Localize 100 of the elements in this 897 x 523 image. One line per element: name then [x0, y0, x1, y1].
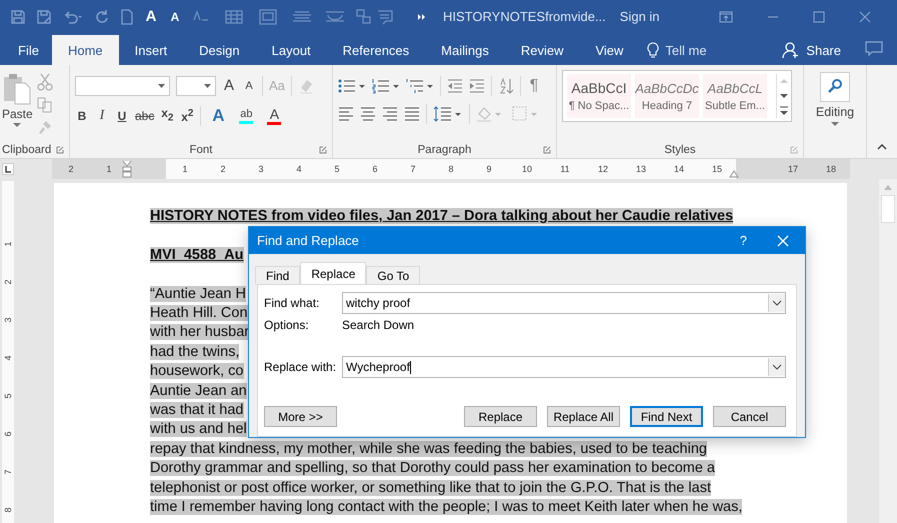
right-indent-marker-icon[interactable]: [729, 170, 739, 178]
ruler-number: 2: [2, 278, 14, 287]
ruler-number: 17: [774, 159, 812, 179]
redo-icon[interactable]: [94, 8, 110, 24]
expand-gallery-icon[interactable]: [777, 104, 791, 118]
editing-button[interactable]: Editing: [816, 69, 854, 126]
paste-button[interactable]: Paste: [2, 69, 33, 142]
dialog-button[interactable]: Replace: [464, 406, 537, 427]
document-text: Auntie Jean an: [150, 382, 247, 399]
options-value: Search Down: [342, 318, 414, 332]
ruler-number: 18: [812, 159, 850, 179]
document-text: telephonist or post office worker, or something like that to join the G.P.O. That is the last: [150, 480, 711, 496]
ribbon-tab[interactable]: Mailings: [425, 35, 505, 65]
caret-icon: [204, 84, 211, 88]
dialog-button[interactable]: Cancel: [713, 406, 786, 427]
share-button[interactable]: Share: [806, 42, 841, 58]
justify-icon[interactable]: [404, 107, 420, 121]
scroll-thumb[interactable]: [881, 195, 895, 223]
format-button[interactable]: abc: [135, 106, 154, 125]
font-size-glyph[interactable]: A: [168, 10, 182, 24]
tell-me-field[interactable]: Tell me: [665, 42, 707, 58]
more-commands-icon[interactable]: [417, 12, 427, 22]
bullets-icon[interactable]: [338, 78, 366, 94]
dialog-launcher-icon[interactable]: [56, 146, 64, 154]
shrink-font-button[interactable]: A: [242, 77, 256, 95]
search-icon: [820, 72, 850, 102]
font-color-button[interactable]: A: [267, 106, 282, 126]
ribbon-tab[interactable]: Review: [504, 35, 580, 65]
close-icon[interactable]: [859, 10, 871, 22]
tab-selector-icon[interactable]: [2, 163, 14, 175]
format-button[interactable]: B: [75, 106, 89, 125]
dialog-button[interactable]: Find Next: [630, 406, 703, 427]
dialog-button[interactable]: More >>: [264, 406, 337, 427]
ribbon-tab[interactable]: Home: [52, 35, 119, 65]
undo-icon[interactable]: [62, 8, 84, 24]
maximize-icon[interactable]: [813, 10, 825, 22]
align-right-icon[interactable]: [382, 107, 398, 121]
dialog-title: Find and Replace: [257, 233, 360, 248]
dialog-launcher-icon[interactable]: [543, 146, 551, 154]
increase-indent-icon[interactable]: [469, 79, 485, 93]
new-document-icon[interactable]: [120, 8, 134, 24]
ruler-number: 4: [2, 354, 14, 363]
find-what-field[interactable]: witchy proof: [342, 292, 786, 314]
ribbon-tab[interactable]: File: [0, 35, 52, 65]
indent-marker-icon[interactable]: [122, 160, 132, 178]
ribbon-tab[interactable]: References: [326, 35, 426, 65]
format-button[interactable]: x$^{2}$: [180, 105, 194, 126]
ribbon-tab[interactable]: Insert: [118, 35, 184, 65]
comment-icon[interactable]: [865, 41, 883, 57]
dialog-tab[interactable]: Go To: [366, 266, 420, 284]
style-tile[interactable]: AaBbCcI ¶ No Spac...: [567, 74, 631, 118]
line-spacing-icon[interactable]: [433, 106, 463, 122]
style-tile[interactable]: AaBbCcL Subtle Em...: [703, 74, 767, 118]
ribbon-tab[interactable]: Layout: [256, 35, 327, 65]
ruler-number: 7: [2, 468, 14, 477]
font-size-glyph[interactable]: A: [144, 8, 158, 25]
dialog-launcher-icon[interactable]: [790, 146, 798, 154]
copy-icon[interactable]: [36, 97, 53, 113]
text-effects-button[interactable]: A: [211, 106, 226, 125]
format-button[interactable]: x$_{2}$: [160, 104, 174, 128]
scissors-icon[interactable]: [36, 73, 53, 91]
person-icon: [782, 41, 800, 59]
align-center-icon[interactable]: [360, 107, 376, 121]
ribbon-display-icon[interactable]: [719, 10, 733, 22]
document-text: had the twins,: [150, 344, 240, 360]
save-as-icon[interactable]: [36, 8, 52, 24]
vertical-scrollbar[interactable]: [879, 179, 897, 523]
numbering-icon[interactable]: [372, 78, 400, 94]
decrease-indent-icon[interactable]: [447, 79, 463, 93]
collapse-ribbon-icon[interactable]: [877, 144, 887, 150]
help-button[interactable]: ?: [740, 233, 747, 248]
field-label: Replace with:: [264, 360, 338, 374]
caret-icon: [13, 123, 22, 127]
font-name-field[interactable]: [75, 76, 170, 96]
ribbon-tab[interactable]: View: [579, 35, 640, 65]
highlight-button[interactable]: ab: [239, 107, 254, 124]
document-text: time I remember having long contact with the people; I was to meet Keith later when he was,: [150, 499, 742, 516]
scroll-up-icon[interactable]: [883, 183, 893, 191]
sort-icon[interactable]: [498, 78, 514, 94]
align-left-icon[interactable]: [338, 107, 354, 121]
font-size-field[interactable]: [176, 76, 216, 96]
format-button[interactable]: U: [115, 106, 129, 125]
ruler-number: 8: [2, 506, 14, 515]
dialog-launcher-icon[interactable]: [319, 146, 327, 154]
caret-icon: [158, 84, 165, 88]
brush-icon[interactable]: [36, 119, 53, 135]
lightbulb-icon: [647, 42, 660, 58]
format-button[interactable]: I: [95, 106, 109, 125]
group-label: Font: [189, 144, 212, 156]
sign-in-link[interactable]: Sign in: [620, 9, 660, 24]
multilevel-list-icon[interactable]: [406, 78, 434, 94]
dialog-tab[interactable]: Replace: [300, 262, 366, 284]
save-icon[interactable]: [10, 8, 26, 24]
dialog-tab[interactable]: Find: [255, 266, 300, 284]
replace-with-field[interactable]: Wycheproof: [342, 356, 786, 378]
dialog-button[interactable]: Replace All: [547, 406, 620, 427]
ribbon-tab[interactable]: Design: [183, 35, 256, 65]
document-text: repay that kindness, my mother, while she was feeding the babies, used to be teaching: [150, 440, 707, 457]
grow-font-button[interactable]: A: [222, 77, 236, 95]
ruler-number: 5: [2, 392, 14, 401]
